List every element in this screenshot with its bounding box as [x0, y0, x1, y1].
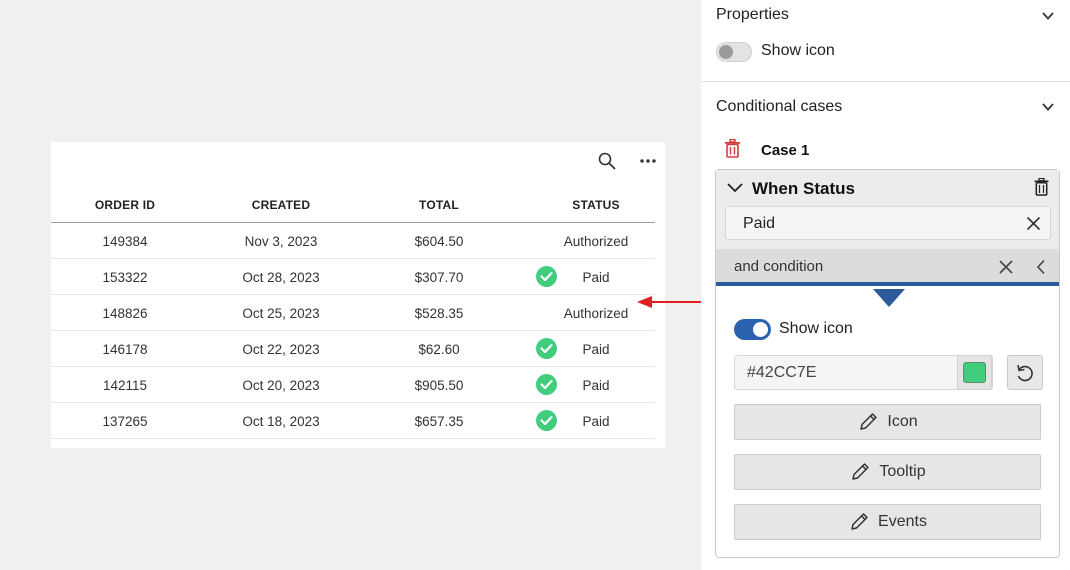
- table-row[interactable]: 149384 Nov 3, 2023 $604.50 Authorized: [51, 223, 655, 259]
- total-cell: $62.60: [418, 342, 460, 357]
- table-row[interactable]: 137265 Oct 18, 2023 $657.35 Paid: [51, 403, 655, 439]
- delete-case-icon[interactable]: [724, 139, 741, 158]
- show-icon-toggle[interactable]: [716, 42, 752, 62]
- orders-table-card: ORDER ID CREATED TOTAL STATUS 149384 Nov …: [51, 142, 665, 448]
- case-show-icon-label: Show icon: [779, 320, 853, 337]
- check-circle-icon: [536, 338, 557, 359]
- order-id-cell: 142115: [102, 378, 148, 393]
- collapse-chevron-icon[interactable]: [726, 181, 744, 195]
- table-row[interactable]: 153322 Oct 28, 2023 $307.70 Paid: [51, 259, 655, 295]
- column-header-total[interactable]: TOTAL: [419, 198, 459, 212]
- reset-color-button[interactable]: [1007, 355, 1043, 390]
- status-value-input[interactable]: Paid: [725, 206, 1051, 240]
- status-cell: Authorized: [563, 306, 629, 321]
- case-show-icon-toggle[interactable]: [734, 319, 771, 340]
- created-cell: Oct 18, 2023: [242, 414, 320, 429]
- chevron-left-icon[interactable]: [1036, 259, 1046, 275]
- icon-button-label: Icon: [887, 413, 918, 430]
- status-cell: Authorized: [563, 234, 629, 249]
- table-row[interactable]: 146178 Oct 22, 2023 $62.60 Paid: [51, 331, 655, 367]
- total-cell: $657.35: [414, 414, 464, 429]
- tooltip-button[interactable]: Tooltip: [734, 454, 1041, 490]
- color-swatch: [963, 362, 986, 383]
- check-circle-icon: [536, 410, 557, 431]
- column-header-status[interactable]: STATUS: [572, 198, 619, 212]
- created-cell: Oct 25, 2023: [242, 306, 320, 321]
- created-cell: Nov 3, 2023: [244, 234, 318, 249]
- pencil-icon: [860, 413, 878, 430]
- order-id-cell: 148826: [102, 306, 148, 321]
- order-id-cell: 149384: [102, 234, 148, 249]
- pencil-icon: [851, 513, 868, 530]
- total-cell: $528.35: [414, 306, 464, 321]
- case-box: When Status Paid and condition Show icon…: [715, 169, 1060, 558]
- icon-color-input[interactable]: #42CC7E: [734, 355, 993, 390]
- conditional-cases-title: Conditional cases: [716, 98, 843, 115]
- properties-panel: Properties Show icon Conditional cases C…: [701, 0, 1070, 570]
- status-cell: Paid: [582, 342, 610, 357]
- events-button-label: Events: [878, 513, 927, 530]
- order-id-cell: 153322: [102, 270, 148, 285]
- and-condition-label: and condition: [734, 258, 824, 275]
- chevron-down-icon[interactable]: [1040, 99, 1056, 115]
- column-header-created[interactable]: CREATED: [252, 198, 311, 212]
- search-icon[interactable]: [596, 150, 618, 172]
- color-swatch-button[interactable]: [957, 355, 992, 390]
- pencil-icon: [852, 463, 870, 480]
- clear-icon[interactable]: [1026, 216, 1041, 231]
- trash-icon[interactable]: [1034, 178, 1049, 196]
- total-cell: $905.50: [414, 378, 464, 393]
- total-cell: $307.70: [414, 270, 464, 285]
- chevron-down-icon[interactable]: [1040, 8, 1056, 24]
- events-button[interactable]: Events: [734, 504, 1041, 540]
- total-cell: $604.50: [414, 234, 464, 249]
- column-header-order-id[interactable]: ORDER ID: [95, 198, 155, 212]
- icon-button[interactable]: Icon: [734, 404, 1041, 440]
- divider: [701, 81, 1070, 82]
- table-row[interactable]: 148826 Oct 25, 2023 $528.35 Authorized: [51, 295, 655, 331]
- undo-icon: [1017, 364, 1033, 381]
- case-header: When Status Paid: [716, 170, 1059, 249]
- and-condition-bar[interactable]: and condition: [716, 249, 1059, 286]
- order-id-cell: 146178: [102, 342, 148, 357]
- check-circle-icon: [536, 266, 557, 287]
- status-cell: Paid: [582, 378, 610, 393]
- properties-title: Properties: [716, 6, 789, 23]
- table-header: ORDER ID CREATED TOTAL STATUS: [51, 192, 655, 223]
- status-value-text: Paid: [743, 215, 776, 232]
- case-label: Case 1: [761, 142, 810, 159]
- close-icon[interactable]: [999, 260, 1013, 274]
- table-row[interactable]: 142115 Oct 20, 2023 $905.50 Paid: [51, 367, 655, 403]
- status-cell: Paid: [582, 414, 610, 429]
- created-cell: Oct 22, 2023: [242, 342, 320, 357]
- when-status-title: When Status: [752, 179, 855, 198]
- check-circle-icon: [536, 374, 557, 395]
- created-cell: Oct 20, 2023: [242, 378, 320, 393]
- active-pointer: [873, 289, 905, 307]
- show-icon-label: Show icon: [761, 42, 835, 59]
- order-id-cell: 137265: [102, 414, 148, 429]
- more-icon[interactable]: [637, 150, 659, 172]
- created-cell: Oct 28, 2023: [242, 270, 320, 285]
- icon-color-value: #42CC7E: [747, 364, 817, 381]
- status-cell: Paid: [582, 270, 610, 285]
- tooltip-button-label: Tooltip: [879, 463, 926, 480]
